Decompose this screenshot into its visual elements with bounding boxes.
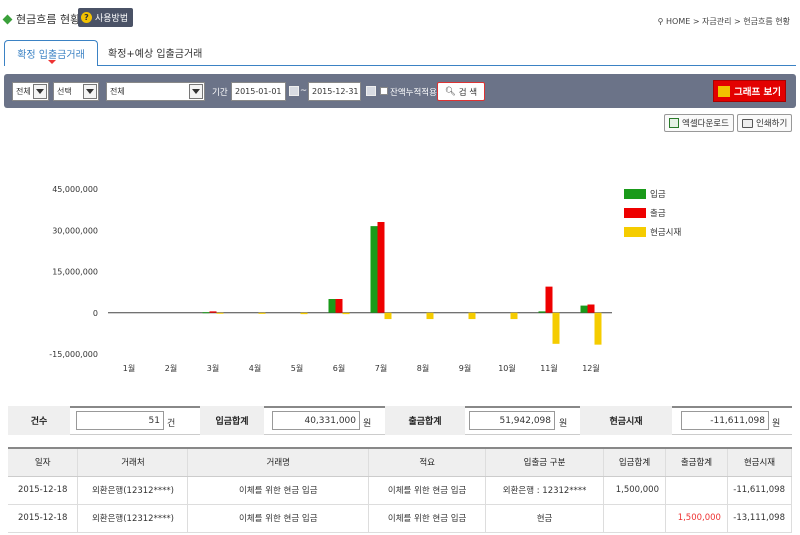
x-tick-label: 8월 [417, 363, 429, 373]
bar-cash [468, 312, 476, 320]
cashflow-chart: 45,000,000 30,000,000 15,000,000 0 -15,000,0… [49, 185, 681, 373]
cell-partner: 외환은행(12312****) [77, 504, 189, 533]
cell-memo: 이체를 위한 현금 입금 [368, 504, 487, 533]
bar-withdrawal [209, 311, 217, 313]
x-tick-label: 6월 [333, 363, 345, 373]
x-tick-label: 11월 [540, 363, 558, 373]
bar-cash [552, 312, 560, 344]
cash-balance-field: -11,611,098 [681, 411, 769, 430]
bar-cash [342, 312, 350, 315]
cash-balance-label: 현금시재 [580, 406, 672, 435]
table-header-row: 일자 거래처 거래명 적요 입출금 구분 입금합계 출금합계 현금시재 [8, 447, 793, 477]
bar-deposit [538, 311, 546, 313]
out-total-label: 출금합계 [385, 406, 465, 435]
bar-withdrawal [377, 222, 385, 313]
count-unit: 건 [167, 419, 176, 429]
bar-withdrawal [545, 286, 553, 313]
y-tick-label: 30,000,000 [52, 226, 98, 235]
legend-swatch [624, 208, 646, 218]
bar-cash [510, 312, 518, 320]
bar-cash [594, 312, 602, 345]
cash-balance-unit: 원 [772, 419, 781, 429]
bar-deposit [202, 312, 210, 314]
col-cash: 현금시재 [727, 447, 793, 477]
cell-cash: -11,611,098 [727, 476, 793, 505]
col-in-total: 입금합계 [603, 447, 666, 477]
x-tick-label: 3월 [207, 363, 219, 373]
x-tick-label: 10월 [498, 363, 516, 373]
y-tick-label: -15,000,000 [49, 350, 98, 359]
cell-partner: 외환은행(12312****) [77, 476, 189, 505]
x-tick-label: 5월 [291, 363, 303, 373]
cell-out-total [665, 476, 728, 505]
x-tick-label: 9월 [459, 363, 471, 373]
count-label: 건수 [8, 406, 70, 435]
in-total-field: 40,331,000 [272, 411, 360, 430]
cell-date: 2015-12-18 [8, 504, 79, 533]
cell-transaction: 이체를 위한 현금 입금 [187, 504, 370, 533]
bar-cash [426, 312, 434, 320]
col-date: 일자 [8, 447, 79, 477]
col-type: 입출금 구분 [485, 447, 605, 477]
out-total-unit: 원 [559, 419, 568, 429]
bar-deposit [370, 226, 378, 313]
cell-transaction: 이체를 위한 현금 입금 [187, 476, 370, 505]
col-partner: 거래처 [77, 447, 189, 477]
cell-memo: 이체를 위한 현금 입금 [368, 476, 487, 505]
cell-in-total: 1,500,000 [603, 476, 666, 505]
cell-in-total [603, 504, 666, 533]
cell-cash: -13,111,098 [727, 504, 793, 533]
y-tick-label: 0 [93, 309, 98, 318]
bar-deposit [328, 299, 336, 313]
bar-withdrawal [335, 299, 343, 313]
legend-label: 출금 [650, 208, 666, 219]
x-tick-label: 7월 [375, 363, 387, 373]
cell-type: 현금 [485, 504, 605, 533]
table-row[interactable]: 2015-12-18 외환은행(12312****) 이체를 위한 현금 입금 … [8, 504, 793, 533]
cell-out-total: 1,500,000 [665, 504, 728, 533]
legend-label: 입금 [650, 190, 666, 200]
col-transaction: 거래명 [187, 447, 370, 477]
bar-withdrawal [587, 304, 595, 313]
transaction-table: 일자 거래처 거래명 적요 입출금 구분 입금합계 출금합계 현금시재 2015… [8, 447, 793, 533]
legend-swatch [624, 189, 646, 199]
count-field: 51 [76, 411, 164, 430]
bar-deposit [580, 305, 588, 313]
cell-type: 외환은행 : 12312**** [485, 476, 605, 505]
in-total-unit: 원 [363, 419, 372, 429]
legend-swatch [624, 227, 646, 237]
y-tick-label: 45,000,000 [52, 185, 98, 194]
bar-cash [300, 312, 308, 315]
y-tick-label: 15,000,000 [52, 268, 98, 277]
out-total-field: 51,942,098 [469, 411, 555, 430]
bar-cash [258, 312, 266, 314]
bar-cash [384, 312, 392, 320]
in-total-label: 입금합계 [200, 406, 264, 435]
col-memo: 적요 [368, 447, 487, 477]
legend-label: 현금시재 [650, 228, 681, 238]
x-tick-label: 12월 [582, 363, 600, 373]
col-out-total: 출금합계 [665, 447, 728, 477]
cell-date: 2015-12-18 [8, 476, 79, 505]
x-tick-label: 2월 [165, 363, 177, 373]
table-row[interactable]: 2015-12-18 외환은행(12312****) 이체를 위한 현금 입금 … [8, 476, 793, 505]
x-tick-label: 4월 [249, 363, 261, 373]
bar-cash [216, 312, 224, 314]
x-tick-label: 1월 [123, 363, 135, 373]
